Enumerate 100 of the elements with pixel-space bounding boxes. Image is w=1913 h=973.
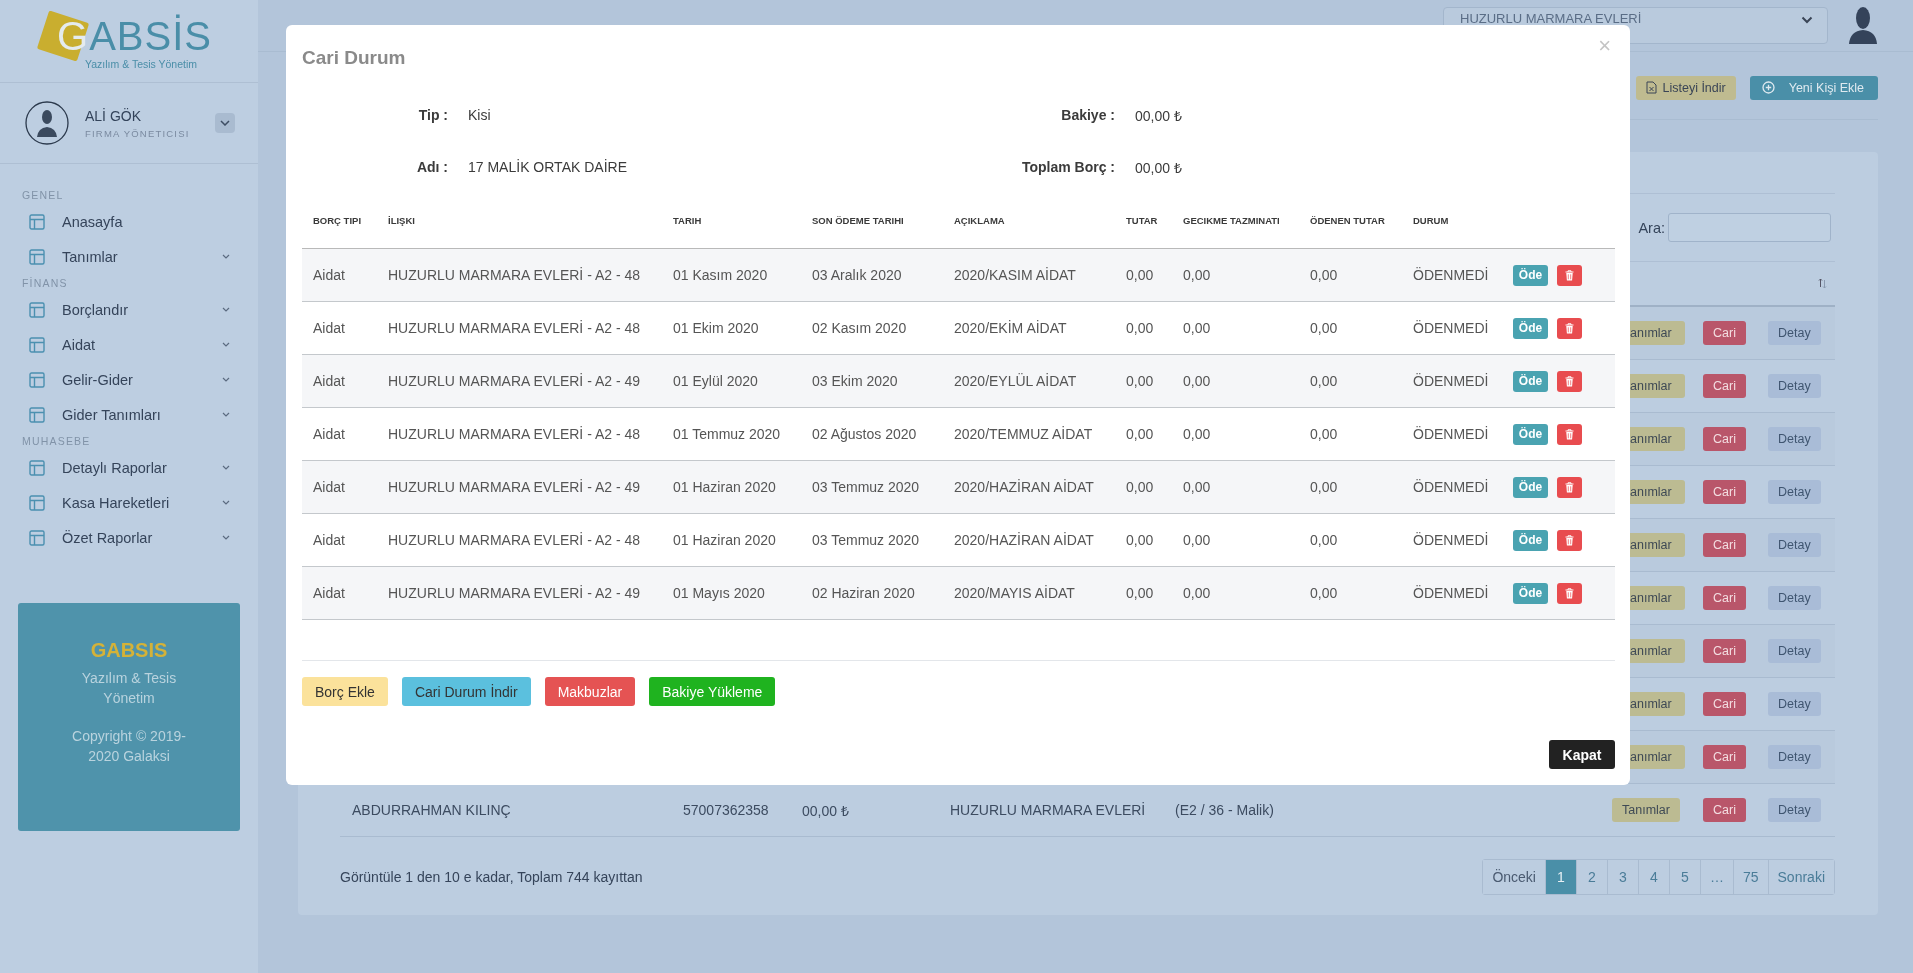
table-cell: 2020/EYLÜL AİDAT bbox=[954, 373, 1077, 389]
table-cell: Aidat bbox=[313, 532, 345, 548]
nav-item[interactable]: Detaylı Raporlar bbox=[0, 450, 258, 485]
action-button[interactable]: Makbuzlar bbox=[544, 677, 636, 706]
close-dialog-button[interactable]: Kapat bbox=[1549, 740, 1615, 769]
search-field[interactable] bbox=[1668, 213, 1831, 242]
sort-icon[interactable] bbox=[1818, 278, 1827, 289]
user-menu-button[interactable] bbox=[215, 113, 235, 133]
define-button[interactable]: anımlar bbox=[1630, 692, 1685, 716]
detail-button[interactable]: Detay bbox=[1768, 480, 1821, 504]
layout-icon bbox=[29, 494, 45, 511]
promo-title: GABSIS bbox=[90, 639, 168, 662]
detail-button[interactable]: Detay bbox=[1768, 321, 1821, 345]
nav-item[interactable]: Aidat bbox=[0, 327, 258, 362]
pay-button[interactable]: Öde bbox=[1513, 582, 1548, 604]
account-button[interactable]: Cari bbox=[1703, 586, 1746, 610]
table-cell: 2020/TEMMUZ AİDAT bbox=[954, 426, 1093, 442]
pay-button[interactable]: Öde bbox=[1513, 529, 1548, 551]
table-cell: HUZURLU MARMARA EVLERİ - A2 - 48 bbox=[388, 267, 641, 283]
account-button[interactable]: Cari bbox=[1703, 321, 1746, 345]
detail-button[interactable]: Detay bbox=[1768, 692, 1821, 716]
delete-button[interactable] bbox=[1557, 476, 1582, 498]
chevron-icon bbox=[222, 535, 230, 540]
account-button[interactable]: Cari bbox=[1703, 427, 1746, 451]
column-header: DURUM bbox=[1413, 215, 1450, 226]
detail-button[interactable]: Detay bbox=[1768, 798, 1821, 822]
account-button[interactable]: Cari bbox=[1703, 639, 1746, 663]
define-button[interactable]: anımlar bbox=[1630, 639, 1685, 663]
nav-item[interactable]: Anasayfa bbox=[0, 204, 258, 239]
detail-button[interactable]: Detay bbox=[1768, 533, 1821, 557]
define-button[interactable]: anımlar bbox=[1630, 321, 1685, 345]
nav-item[interactable]: Gelir-Gider bbox=[0, 362, 258, 397]
nav-item[interactable]: Borçlandır bbox=[0, 292, 258, 327]
delete-button[interactable] bbox=[1557, 529, 1582, 551]
avatar-icon[interactable] bbox=[1846, 5, 1880, 46]
account-button[interactable]: Cari bbox=[1703, 692, 1746, 716]
add-person-button[interactable]: Yeni Kişi Ekle bbox=[1749, 75, 1878, 100]
column-header: AÇIKLAMA bbox=[954, 215, 1006, 226]
account-button[interactable]: Cari bbox=[1703, 480, 1746, 504]
detail-button[interactable]: Detay bbox=[1768, 586, 1821, 610]
detail-button[interactable]: Detay bbox=[1768, 427, 1821, 451]
define-button[interactable]: anımlar bbox=[1630, 745, 1685, 769]
info-value: 00,00 ₺ bbox=[1135, 106, 1182, 125]
account-button[interactable]: Cari bbox=[1703, 745, 1746, 769]
delete-button[interactable] bbox=[1557, 370, 1582, 392]
define-button[interactable]: anımlar bbox=[1630, 533, 1685, 557]
page-link[interactable]: 1 bbox=[1544, 860, 1576, 894]
define-button[interactable]: anımlar bbox=[1630, 374, 1685, 398]
copyright-text: Copyright © 2019-2020 Galaksi bbox=[71, 727, 187, 766]
table-cell: 0,00 bbox=[1310, 373, 1338, 389]
detail-button[interactable]: Detay bbox=[1768, 639, 1821, 663]
define-button[interactable]: anımlar bbox=[1630, 586, 1685, 610]
plus-circle-icon bbox=[1761, 81, 1775, 94]
table-cell: 0,00 bbox=[1126, 585, 1154, 601]
nav-item[interactable]: Kasa Hareketleri bbox=[0, 485, 258, 520]
pay-button[interactable]: Öde bbox=[1513, 264, 1548, 286]
column-header: SON ÖDEME TARIHI bbox=[812, 215, 905, 226]
nav-item[interactable]: Özet Raporlar bbox=[0, 520, 258, 555]
define-button[interactable]: anımlar bbox=[1630, 427, 1685, 451]
table-cell: ÖDENMEDİ bbox=[1413, 267, 1489, 283]
trash-icon bbox=[1565, 481, 1574, 493]
table-cell: 0,00 bbox=[1183, 479, 1211, 495]
detail-button[interactable]: Detay bbox=[1768, 745, 1821, 769]
action-button[interactable]: Bakiye Yükleme bbox=[649, 677, 776, 706]
table-cell: 01 Mayıs 2020 bbox=[673, 585, 765, 601]
pay-button[interactable]: Öde bbox=[1513, 476, 1548, 498]
table-cell: 03 Ekim 2020 bbox=[812, 373, 898, 389]
table-cell: ÖDENMEDİ bbox=[1413, 585, 1489, 601]
table-cell-text: HUZURLU MARMARA EVLERİ bbox=[950, 802, 1147, 818]
delete-button[interactable] bbox=[1557, 317, 1582, 339]
pay-button[interactable]: Öde bbox=[1513, 370, 1548, 392]
table-cell: 0,00 bbox=[1310, 267, 1338, 283]
account-button[interactable]: Cari bbox=[1703, 374, 1746, 398]
detail-button[interactable]: Detay bbox=[1768, 374, 1821, 398]
define-button[interactable]: Tanımlar bbox=[1612, 798, 1680, 822]
define-button[interactable]: anımlar bbox=[1630, 480, 1685, 504]
table-cell: 0,00 bbox=[1310, 479, 1338, 495]
account-button[interactable]: Cari bbox=[1703, 798, 1746, 822]
nav-item[interactable]: Tanımlar bbox=[0, 239, 258, 274]
layout-icon bbox=[29, 336, 45, 353]
info-value: 17 MALİK ORTAK DAİRE bbox=[468, 159, 627, 175]
pay-button[interactable]: Öde bbox=[1513, 423, 1548, 445]
table-cell: 03 Aralık 2020 bbox=[812, 267, 902, 283]
action-button[interactable]: Borç Ekle bbox=[302, 677, 388, 706]
download-button[interactable]: Listeyi İndir bbox=[1636, 75, 1736, 100]
delete-button[interactable] bbox=[1557, 423, 1582, 445]
action-button[interactable]: Cari Durum İndir bbox=[401, 677, 531, 706]
delete-button[interactable] bbox=[1557, 582, 1582, 604]
account-button[interactable]: Cari bbox=[1703, 533, 1746, 557]
table-cell: HUZURLU MARMARA EVLERİ - A2 - 48 bbox=[388, 426, 641, 442]
pay-button[interactable]: Öde bbox=[1513, 317, 1548, 339]
page-link[interactable]: Sonraki bbox=[1767, 860, 1834, 894]
nav-item[interactable]: Gider Tanımları bbox=[0, 397, 258, 432]
table-cell: 0,00 bbox=[1126, 320, 1154, 336]
table-cell: Aidat bbox=[313, 585, 345, 601]
table-cell: 2020/KASIM AİDAT bbox=[954, 267, 1076, 283]
layout-icon bbox=[29, 459, 45, 476]
delete-button[interactable] bbox=[1557, 264, 1582, 286]
table-cell: 01 Haziran 2020 bbox=[673, 479, 776, 495]
table-cell: 02 Haziran 2020 bbox=[812, 585, 915, 601]
